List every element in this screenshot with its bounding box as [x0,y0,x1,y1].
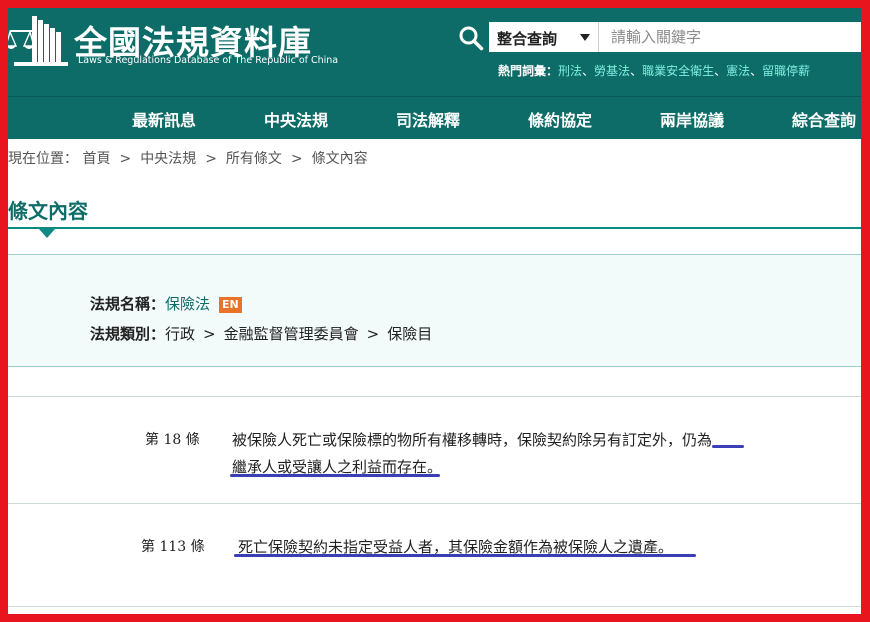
nav-item-treaties[interactable]: 條約協定 [528,107,592,131]
article-divider [8,503,861,504]
scales-of-justice-logo-icon[interactable] [8,12,72,70]
category-separator: > [366,325,380,343]
law-info-box: 法規名稱：保險法 EN 法規類別：行政 > 金融監督管理委員會 > 保險目 [8,254,861,367]
search-type-label: 整合查詢 [497,30,558,48]
search-icon[interactable] [458,25,484,51]
en-version-badge[interactable]: EN [219,297,242,313]
breadcrumb-label: 現在位置： [8,151,78,167]
site-header: 全國法規資料庫 Laws & Regulations Database of T… [8,8,861,96]
breadcrumb-separator: > [205,151,217,167]
nav-item-central-laws[interactable]: 中央法規 [264,107,328,131]
title-pointer-icon [39,229,55,238]
nav-item-latest-news[interactable]: 最新訊息 [132,107,196,131]
law-name-link[interactable]: 保險法 [165,295,210,313]
hot-keywords-label: 熱門詞彙： [498,64,559,78]
nav-item-integrated-search[interactable]: 綜合查詢 [792,107,856,131]
section-divider [8,396,861,397]
category-separator: > [203,325,216,343]
search-type-select[interactable]: 整合查詢 [489,22,599,52]
breadcrumb-home[interactable]: 首頁 [82,151,110,167]
category-item: 保險目 [387,325,433,343]
law-name-label: 法規名稱： [90,295,166,313]
category-item: 行政 [165,325,196,343]
breadcrumb: 現在位置： 首頁 > 中央法規 > 所有條文 > 條文內容 [8,148,368,168]
caret-down-icon [580,34,590,41]
hot-keyword-link[interactable]: 勞基法 [594,64,630,78]
article-number: 第 113 條 [141,539,205,555]
hot-separator: 、 [630,64,643,78]
search-input[interactable] [599,22,861,52]
hot-keyword-link[interactable]: 憲法 [726,64,750,78]
hot-separator: 、 [582,64,595,78]
breadcrumb-separator: > [290,151,303,167]
breadcrumb-all-articles[interactable]: 所有條文 [226,151,282,167]
breadcrumb-central-laws[interactable]: 中央法規 [140,151,196,167]
breadcrumb-current: 條文內容 [311,151,368,167]
breadcrumb-separator: > [119,151,132,167]
article-number: 第 18 條 [145,432,200,448]
page-frame: 全國法規資料庫 Laws & Regulations Database of T… [8,8,861,614]
nav-item-cross-strait-agreements[interactable]: 兩岸協議 [660,107,724,131]
annotation-underline [712,445,744,448]
site-subtitle: Laws & Regulations Database of The Repub… [78,55,339,66]
main-nav: 最新訊息 中央法規 司法解釋 條約協定 兩岸協議 綜合查詢 [8,96,861,139]
hot-keyword-link[interactable]: 職業安全衛生 [642,64,714,78]
hot-keyword-link[interactable]: 留職停薪 [762,64,810,78]
annotation-underline [230,474,440,477]
article-divider [8,606,861,607]
law-name-row: 法規名稱：保險法 EN [90,293,242,314]
category-item: 金融監督管理委員會 [223,325,359,343]
hot-separator: 、 [750,64,763,78]
hot-keywords: 熱門詞彙：刑法、勞基法、職業安全衛生、憲法、留職停薪 [498,62,810,79]
hot-separator: 、 [714,64,727,78]
law-category-row: 法規類別：行政 > 金融監督管理委員會 > 保險目 [90,323,432,344]
hot-keyword-link[interactable]: 刑法 [558,64,582,78]
annotation-underline [234,554,696,557]
article-text-line: 被保險人死亡或保險標的物所有權移轉時，保險契約除另有訂定外，仍為 [232,431,713,449]
law-category-label: 法規類別： [90,325,166,343]
nav-item-judicial-interpretations[interactable]: 司法解釋 [396,107,460,131]
title-divider [8,227,861,229]
page-title: 條文內容 [8,199,88,223]
